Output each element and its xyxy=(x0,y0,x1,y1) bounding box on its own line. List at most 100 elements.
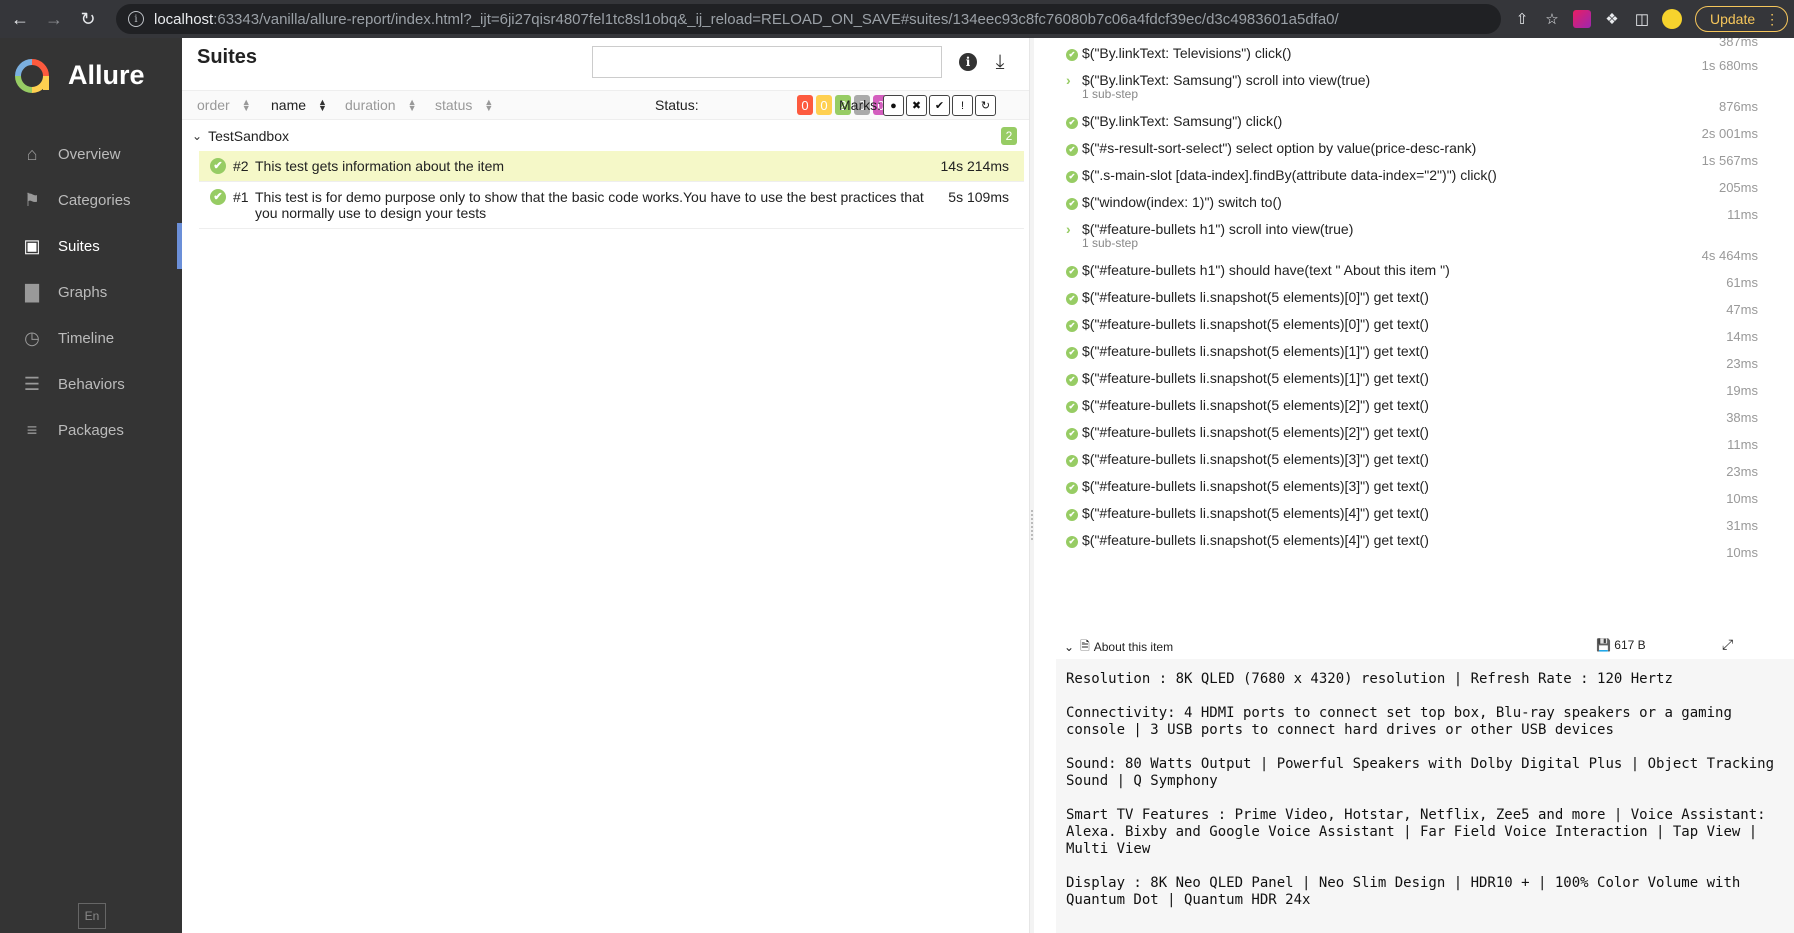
step-row[interactable]: ✔ $("#feature-bullets li.snapshot(5 eleme… xyxy=(1066,397,1429,413)
new-passed-icon[interactable]: ✔ xyxy=(929,95,950,116)
sidebar-item-categories[interactable]: ⚑ Categories xyxy=(0,177,182,223)
site-info-icon[interactable]: i xyxy=(128,11,144,27)
flaky-bomb-icon[interactable]: ● xyxy=(883,95,904,116)
list-icon: ☰ xyxy=(23,373,41,394)
sidebar-item-packages[interactable]: ≡ Packages xyxy=(0,407,182,453)
step-row[interactable]: ✔ $("#s-result-sort-select") select optio… xyxy=(1066,140,1476,156)
status-count-badge[interactable]: 0 xyxy=(816,95,832,115)
forward-arrow-icon[interactable]: → xyxy=(40,5,68,33)
step-text: $("#feature-bullets h1") should have(tex… xyxy=(1082,262,1450,278)
step-row[interactable]: ✔ $("#feature-bullets li.snapshot(5 eleme… xyxy=(1066,424,1429,440)
test-row[interactable]: ✔ #1 This test is for demo purpose only to… xyxy=(199,182,1024,229)
test-duration: 5s 109ms xyxy=(948,189,1009,205)
sort-status-label: status xyxy=(435,97,473,113)
attachment-content: Resolution : 8K QLED (7680 x 4320) resol… xyxy=(1056,659,1794,933)
extension-app-icon[interactable] xyxy=(1567,4,1597,34)
sidepanel-icon[interactable]: ◫ xyxy=(1627,4,1657,34)
passed-check-icon: ✔ xyxy=(1066,49,1078,61)
step-duration: 38ms xyxy=(1726,410,1758,425)
passed-check-icon: ✔ xyxy=(1066,320,1078,332)
address-bar[interactable]: i localhost:63343/vanilla/allure-report/… xyxy=(116,4,1501,34)
sidebar-item-label: Behaviors xyxy=(58,375,125,393)
sidebar-item-timeline[interactable]: ◷ Timeline xyxy=(0,315,182,361)
step-row[interactable]: › $("#feature-bullets h1") scroll into vi… xyxy=(1066,221,1353,237)
sort-duration[interactable]: duration ▲ ▼ xyxy=(345,97,417,113)
passed-check-icon: ✔ xyxy=(210,189,226,205)
step-row[interactable]: ✔ $("#feature-bullets li.snapshot(5 eleme… xyxy=(1066,505,1429,521)
step-duration: 2s 001ms xyxy=(1701,126,1758,141)
step-row[interactable]: ✔ $("#feature-bullets h1") should have(te… xyxy=(1066,262,1450,278)
step-row[interactable]: ✔ $("window(index: 1)") switch to() xyxy=(1066,194,1282,210)
puzzle-extensions-icon[interactable]: ❖ xyxy=(1597,4,1627,34)
splitter-grip-icon[interactable] xyxy=(1031,510,1033,540)
reload-icon[interactable]: ↻ xyxy=(74,5,102,33)
step-duration: 10ms xyxy=(1726,545,1758,560)
sort-duration-label: duration xyxy=(345,97,396,113)
chevron-right-icon: › xyxy=(1066,72,1071,88)
download-icon[interactable]: ⤓ xyxy=(988,50,1012,74)
step-text: $("#feature-bullets h1") scroll into vie… xyxy=(1082,221,1354,237)
test-row[interactable]: ✔ #2 This test gets information about the … xyxy=(199,151,1024,182)
step-row[interactable]: ✔ $(".s-main-slot [data-index].findBy(att… xyxy=(1066,167,1497,183)
step-row[interactable]: ✔ $("#feature-bullets li.snapshot(5 eleme… xyxy=(1066,343,1429,359)
sidebar-item-label: Categories xyxy=(58,191,131,209)
step-row[interactable]: ✔ $("#feature-bullets li.snapshot(5 eleme… xyxy=(1066,289,1429,305)
sort-order[interactable]: order ▲ ▼ xyxy=(197,97,251,113)
sidebar-item-graphs[interactable]: ▇ Graphs xyxy=(0,269,182,315)
step-row[interactable]: ✔ $("By.linkText: Samsung") click() xyxy=(1066,113,1282,129)
share-icon[interactable]: ⇧ xyxy=(1507,4,1537,34)
info-icon[interactable]: i xyxy=(956,50,980,74)
step-row[interactable]: ✔ $("#feature-bullets li.snapshot(5 eleme… xyxy=(1066,451,1429,467)
new-broken-icon[interactable]: ! xyxy=(952,95,973,116)
sidebar-item-overview[interactable]: ⌂ Overview xyxy=(0,131,182,177)
step-row[interactable]: ✔ $("#feature-bullets li.snapshot(5 eleme… xyxy=(1066,532,1429,548)
passed-check-icon: ✔ xyxy=(1066,347,1078,359)
retries-icon[interactable]: ↻ xyxy=(975,95,996,116)
suite-group-name: TestSandbox xyxy=(208,128,290,144)
sidebar-item-suites[interactable]: ▣ Suites xyxy=(0,223,182,269)
sidebar-item-behaviors[interactable]: ☰ Behaviors xyxy=(0,361,182,407)
search-input[interactable] xyxy=(592,46,942,78)
sidebar-item-label: Packages xyxy=(58,421,124,439)
status-count-badge[interactable]: 0 xyxy=(797,95,813,115)
passed-check-icon: ✔ xyxy=(1066,455,1078,467)
step-duration: 23ms xyxy=(1726,356,1758,371)
step-row[interactable]: ✔ $("#feature-bullets li.snapshot(5 eleme… xyxy=(1066,316,1429,332)
step-duration: 11ms xyxy=(1727,207,1758,222)
step-text: $("window(index: 1)") switch to() xyxy=(1082,194,1282,210)
expand-icon[interactable]: ⤢ xyxy=(1722,636,1733,653)
bookmark-star-icon[interactable]: ☆ xyxy=(1537,4,1567,34)
sort-arrows-icon: ▲ ▼ xyxy=(241,97,251,113)
passed-check-icon: ✔ xyxy=(1066,482,1078,494)
step-text: $("#feature-bullets li.snapshot(5 elemen… xyxy=(1082,505,1429,521)
passed-check-icon: ✔ xyxy=(1066,117,1078,129)
step-duration: 23ms xyxy=(1726,464,1758,479)
step-row[interactable]: ✔ $("#feature-bullets li.snapshot(5 eleme… xyxy=(1066,370,1429,386)
step-row[interactable]: › $("By.linkText: Samsung") scroll into v… xyxy=(1066,72,1370,88)
menu-dots-icon: ⋮ xyxy=(1765,10,1780,27)
step-duration: 61ms xyxy=(1726,275,1758,290)
step-duration: 1s 680ms xyxy=(1701,58,1758,73)
passed-check-icon: ✔ xyxy=(1066,144,1078,156)
attachment-paragraph: Smart TV Features : Prime Video, Hotstar… xyxy=(1066,807,1775,857)
step-row[interactable]: ✔ $("#feature-bullets li.snapshot(5 eleme… xyxy=(1066,478,1429,494)
profile-avatar-icon[interactable] xyxy=(1657,4,1687,34)
update-button[interactable]: Update ⋮ xyxy=(1695,6,1789,32)
sort-status[interactable]: status ▲ ▼ xyxy=(435,97,493,113)
attachment-header[interactable]: ⌄ 🗎 About this item xyxy=(1064,637,1764,657)
language-switch[interactable]: En xyxy=(78,903,106,929)
brand[interactable]: Allure xyxy=(0,38,182,113)
sort-name[interactable]: name ▲ ▼ xyxy=(271,97,327,113)
back-arrow-icon[interactable]: ← xyxy=(6,5,34,33)
step-duration: 19ms xyxy=(1726,383,1758,398)
test-name: This test gets information about the ite… xyxy=(255,158,505,174)
sub-step-count: 1 sub-step xyxy=(1082,87,1139,101)
step-duration: 47ms xyxy=(1726,302,1758,317)
new-failed-icon[interactable]: ✖ xyxy=(906,95,927,116)
step-row[interactable]: ✔ $("By.linkText: Televisions") click() xyxy=(1066,45,1291,61)
suite-group-count: 2 xyxy=(1001,127,1017,145)
step-text: $("#s-result-sort-select") select option… xyxy=(1082,140,1477,156)
url-path: :63343/vanilla/allure-report/index.html?… xyxy=(213,10,1339,28)
step-text: $("#feature-bullets li.snapshot(5 elemen… xyxy=(1082,478,1429,494)
suite-group[interactable]: ⌄ TestSandbox 2 xyxy=(182,123,1029,149)
